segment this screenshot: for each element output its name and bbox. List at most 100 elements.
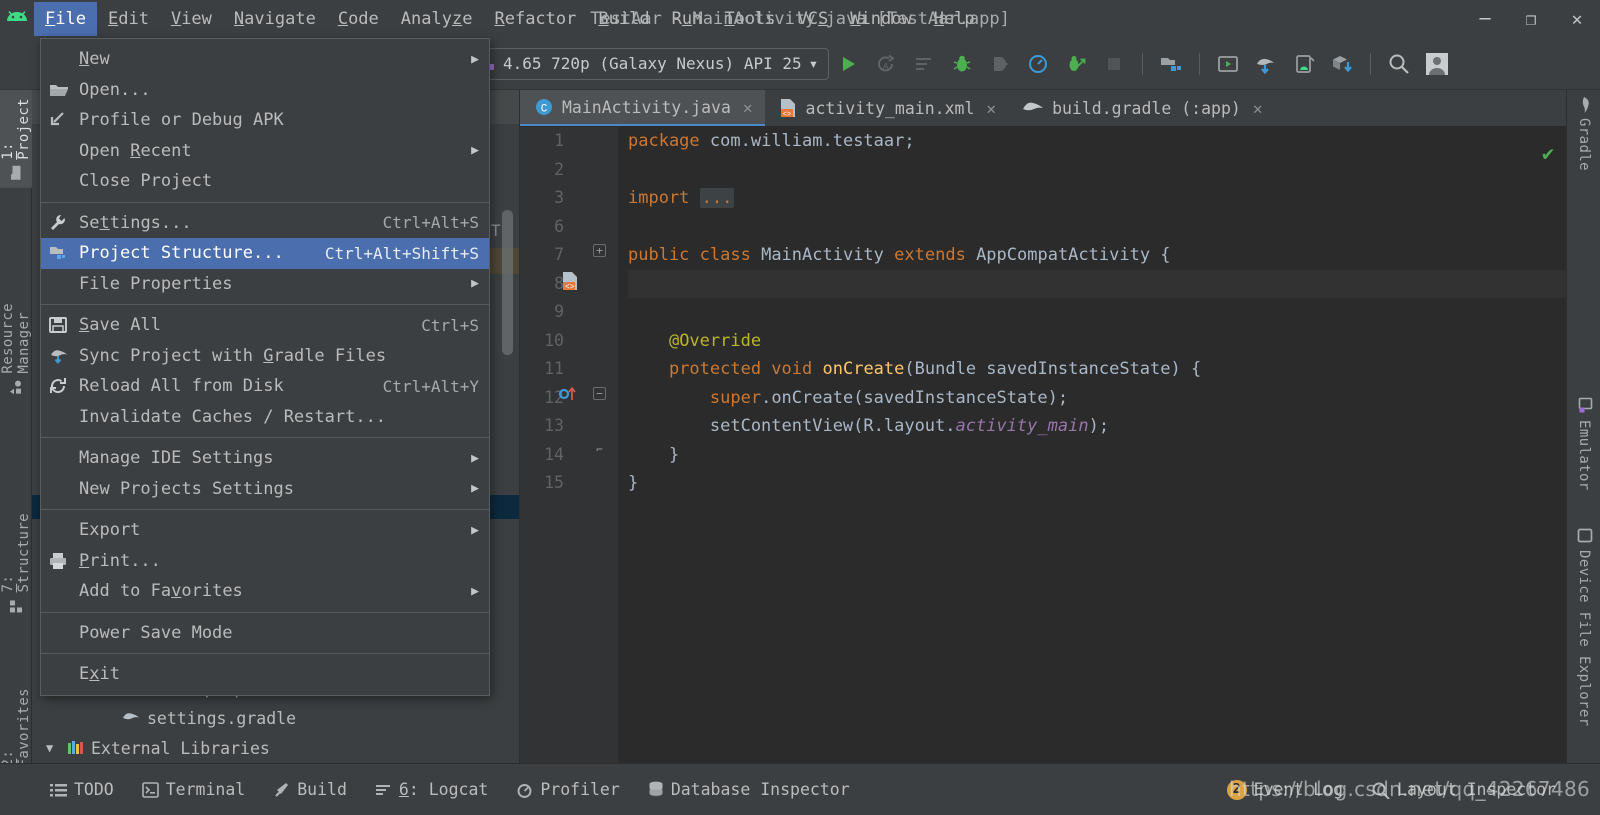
menu-item-invalidate-caches-restart[interactable]: Invalidate Caches / Restart... bbox=[41, 402, 489, 433]
close-icon[interactable]: ✕ bbox=[743, 98, 753, 117]
close-icon[interactable]: ✕ bbox=[986, 99, 996, 118]
android-xml-icon[interactable]: <> bbox=[560, 271, 580, 291]
menu-item-open-recent[interactable]: Open Recent ▶ bbox=[41, 136, 489, 167]
account-avatar[interactable] bbox=[1418, 45, 1456, 83]
status-profiler[interactable]: Profiler bbox=[502, 780, 633, 799]
menu-item-exit[interactable]: Exit bbox=[41, 659, 489, 690]
menu-file[interactable]: File bbox=[34, 2, 97, 36]
line-number: 13 bbox=[544, 416, 564, 435]
menu-item-new-projects-settings[interactable]: New Projects Settings ▶ bbox=[41, 474, 489, 505]
sidebar-item-gradle[interactable]: Gradle bbox=[1567, 90, 1600, 179]
avd-manager-icon[interactable] bbox=[1209, 45, 1247, 83]
menu-item-add-to-favorites[interactable]: Add to Favorites ▶ bbox=[41, 576, 489, 607]
menu-item-print[interactable]: Print... bbox=[41, 546, 489, 577]
submenu-arrow-icon: ▶ bbox=[471, 481, 479, 497]
code-content[interactable]: package com.william.testaar; import ... … bbox=[618, 127, 1566, 763]
menu-item-reload-all-from-disk[interactable]: Reload All from Disk Ctrl+Alt+Y bbox=[41, 371, 489, 402]
menu-view[interactable]: View bbox=[160, 2, 223, 36]
maximize-button[interactable]: ❐ bbox=[1508, 0, 1554, 38]
status-database-inspector[interactable]: Database Inspector bbox=[634, 780, 864, 799]
menu-item-open[interactable]: Open... bbox=[41, 75, 489, 106]
status-terminal[interactable]: Terminal bbox=[128, 780, 259, 799]
menu-item-save-all[interactable]: Save All Ctrl+S bbox=[41, 310, 489, 341]
menu-item-export[interactable]: Export ▶ bbox=[41, 515, 489, 546]
editor-tab-activity-main-xml[interactable]: <> activity_main.xml ✕ bbox=[765, 90, 1009, 126]
line-number: 9 bbox=[554, 302, 564, 321]
sidebar-item-7-structure[interactable]: 7: Structure bbox=[0, 505, 32, 620]
emulator-icon bbox=[1576, 397, 1592, 415]
resource-manager-icon bbox=[9, 379, 23, 395]
rerun-icon[interactable]: A bbox=[867, 45, 905, 83]
svg-text:C: C bbox=[541, 104, 548, 116]
java-class-icon: C bbox=[534, 97, 554, 117]
submenu-arrow-icon: ▶ bbox=[471, 143, 479, 159]
code-line: protected void onCreate(Bundle savedInst… bbox=[668, 359, 1202, 379]
menu-separator bbox=[41, 201, 489, 203]
status-todo[interactable]: TODO bbox=[36, 780, 128, 799]
debug-attach-process-icon[interactable] bbox=[1057, 45, 1095, 83]
inspection-status-icon[interactable]: ✔ bbox=[1542, 141, 1554, 165]
code-line: super.onCreate(savedInstanceState); bbox=[709, 387, 1069, 408]
sdk-manager-icon[interactable] bbox=[1285, 45, 1323, 83]
menu-item-power-save-mode[interactable]: Power Save Mode bbox=[41, 618, 489, 649]
menu-separator bbox=[41, 509, 489, 510]
project-tree-item[interactable]: settings.gradle bbox=[32, 703, 519, 733]
tree-expander-icon[interactable]: ▼ bbox=[46, 741, 60, 755]
project-scrollbar[interactable] bbox=[502, 210, 513, 355]
status-build[interactable]: Build bbox=[259, 780, 361, 799]
editor-tab-build-gradle-app[interactable]: build.gradle (:app) ✕ bbox=[1008, 90, 1274, 126]
fold-end-icon[interactable]: ⌐ bbox=[593, 444, 606, 457]
sidebar-item-emulator[interactable]: Emulator bbox=[1567, 390, 1600, 499]
override-method-icon[interactable] bbox=[558, 384, 582, 404]
menu-item-project-structure[interactable]: Project Structure... Ctrl+Alt+Shift+S bbox=[41, 238, 489, 269]
sidebar-item-1-project[interactable]: 1: Project bbox=[0, 90, 32, 188]
menu-edit[interactable]: Edit bbox=[97, 2, 160, 36]
menu-analyze[interactable]: Analyze bbox=[390, 2, 484, 36]
line-number: 11 bbox=[544, 359, 564, 378]
menu-navigate[interactable]: Navigate bbox=[223, 2, 327, 36]
menu-tools[interactable]: Tools bbox=[713, 2, 786, 36]
menu-item-sync-project-with-gradle-files[interactable]: Sync Project with Gradle Files bbox=[41, 341, 489, 372]
search-icon[interactable] bbox=[1380, 45, 1418, 83]
close-icon[interactable]: ✕ bbox=[1253, 99, 1263, 118]
minimize-button[interactable]: ─ bbox=[1462, 0, 1508, 38]
stop-list-icon[interactable] bbox=[905, 45, 943, 83]
menu-vcs[interactable]: VCS bbox=[787, 2, 840, 36]
profiler-icon[interactable] bbox=[1019, 45, 1057, 83]
project-structure-icon[interactable] bbox=[1152, 45, 1190, 83]
editor-tab-mainactivity-java[interactable]: C MainActivity.java ✕ bbox=[520, 90, 765, 126]
code-line: } bbox=[628, 444, 680, 465]
menu-code[interactable]: Code bbox=[327, 2, 390, 36]
download-deps-icon[interactable] bbox=[1323, 45, 1361, 83]
menu-item-settings[interactable]: Settings... Ctrl+Alt+S bbox=[41, 208, 489, 239]
menu-run[interactable]: Run bbox=[661, 2, 714, 36]
debug-icon[interactable] bbox=[943, 45, 981, 83]
stop-icon[interactable] bbox=[1095, 45, 1133, 83]
fold-expand-icon[interactable]: + bbox=[593, 244, 606, 257]
menu-window[interactable]: Window bbox=[839, 2, 922, 36]
sidebar-item-device-file-explorer[interactable]: Device File Explorer bbox=[1567, 520, 1600, 735]
menu-separator bbox=[41, 304, 489, 305]
editor-area: C MainActivity.java ✕ <> activity_main.xml ✕ b… bbox=[520, 90, 1566, 763]
run-icon[interactable] bbox=[829, 45, 867, 83]
device-selector[interactable]: 4.65 720p (Galaxy Nexus) API 25 ▾ bbox=[466, 47, 830, 80]
menu-build[interactable]: Build bbox=[587, 2, 660, 36]
editor-gutter[interactable]: 1 2 3 6 7 8 9 10 11 12 13 14 15 <> + − ⌐ bbox=[520, 127, 618, 763]
printer-icon bbox=[49, 552, 79, 570]
gradle-sync-icon[interactable] bbox=[1247, 45, 1285, 83]
sidebar-item-resource-manager[interactable]: Resource Manager bbox=[0, 295, 32, 402]
menu-item-file-properties[interactable]: File Properties ▶ bbox=[41, 269, 489, 300]
status-6-logcat[interactable]: 6: Logcat bbox=[361, 780, 502, 799]
menu-item-profile-or-debug-apk[interactable]: Profile or Debug APK bbox=[41, 105, 489, 136]
close-button[interactable]: ✕ bbox=[1554, 0, 1600, 38]
status-item-label: 6: Logcat bbox=[398, 780, 489, 799]
gradle-elephant-icon bbox=[122, 711, 140, 725]
attach-debugger-icon[interactable] bbox=[981, 45, 1019, 83]
menu-item-manage-ide-settings[interactable]: Manage IDE Settings ▶ bbox=[41, 443, 489, 474]
menu-help[interactable]: Help bbox=[923, 2, 986, 36]
menu-refactor[interactable]: Refactor bbox=[483, 2, 587, 36]
menu-item-close-project[interactable]: Close Project bbox=[41, 166, 489, 197]
project-tree-item[interactable]: ▼ External Libraries bbox=[32, 733, 519, 763]
fold-collapse-icon[interactable]: − bbox=[593, 387, 606, 400]
menu-item-new[interactable]: New ▶ bbox=[41, 44, 489, 75]
